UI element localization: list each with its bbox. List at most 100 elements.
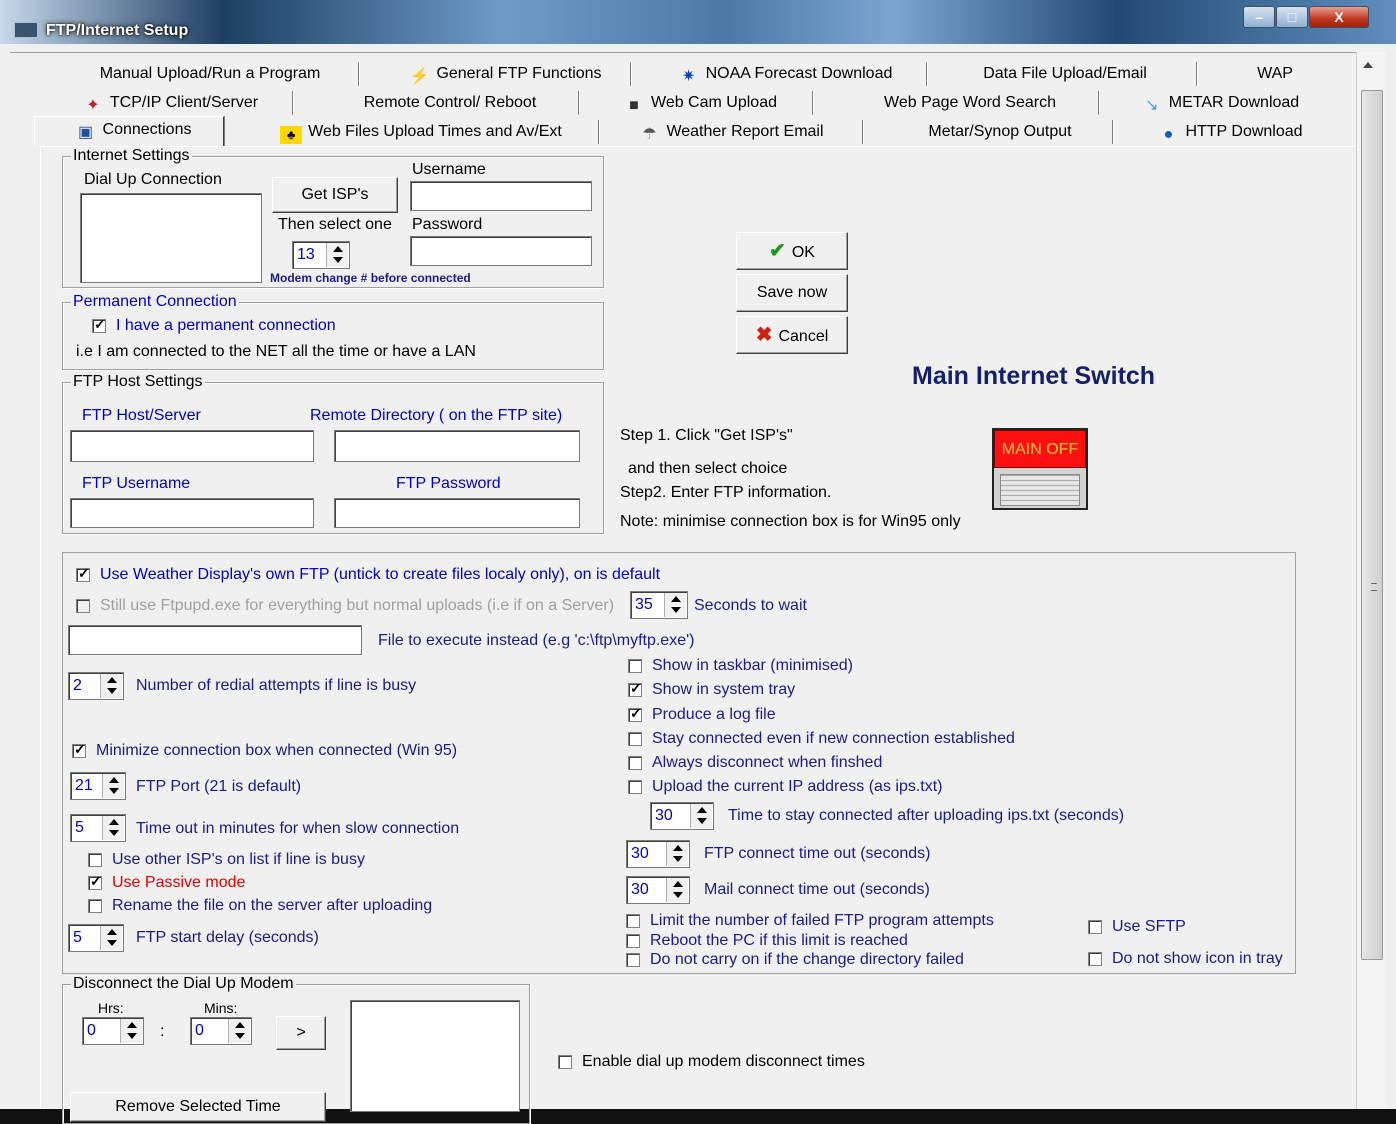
spin-arrows[interactable] [326, 243, 348, 267]
hrs-spinner[interactable]: 0 [82, 1017, 144, 1045]
ftp-host-input[interactable] [70, 430, 314, 462]
use-sftp-checkbox[interactable] [1088, 920, 1102, 934]
tab-general-ftp[interactable]: ⚡ General FTP Functions [380, 60, 630, 88]
connections-icon: ▣ [77, 124, 94, 141]
tab-tcpip[interactable]: ✦ TCP/IP Client/Server [60, 89, 280, 117]
get-isps-button[interactable]: Get ISP's [272, 177, 398, 213]
title-bar[interactable]: FTP/Internet Setup – □ X [0, 0, 1396, 44]
spin-arrows[interactable] [102, 816, 124, 840]
main-internet-switch[interactable]: MAIN OFF [992, 428, 1088, 510]
tab-metar-synop[interactable]: Metar/Synop Output [880, 118, 1120, 146]
tab-wap[interactable]: WAP [1210, 60, 1340, 88]
start-delay-spinner[interactable]: 5 [68, 924, 124, 952]
seconds-wait-spinner[interactable]: 35 [630, 591, 688, 619]
main-switch-title: Main Internet Switch [912, 362, 1156, 390]
minimize-button[interactable]: – [1243, 6, 1275, 28]
switch-grille [1000, 474, 1080, 506]
tab-http-download[interactable]: ● HTTP Download [1140, 118, 1320, 146]
scroll-up-arrow[interactable] [1363, 62, 1373, 68]
spin-arrows[interactable] [102, 774, 124, 798]
maximize-button[interactable]: □ [1276, 6, 1308, 28]
spin-arrows[interactable] [666, 842, 688, 866]
tab-web-page-search[interactable]: Web Page Word Search [830, 89, 1110, 117]
password-input[interactable] [410, 236, 592, 266]
ok-button[interactable]: ✔ OK [736, 232, 848, 270]
spin-arrows[interactable] [120, 1019, 142, 1043]
scroll-thumb[interactable] [1361, 90, 1383, 960]
enable-disconnect-label: Enable dial up modem disconnect times [582, 1053, 865, 1070]
group-title: FTP Host Settings [71, 373, 205, 391]
close-button[interactable]: X [1309, 6, 1369, 28]
ips-time-spinner[interactable]: 30 [650, 802, 714, 830]
cancel-button[interactable]: ✖ Cancel [736, 316, 848, 354]
limit-failed-checkbox[interactable] [626, 914, 640, 928]
spin-arrows[interactable] [664, 593, 686, 617]
permanent-connection-label: I have a permanent connection [116, 317, 336, 334]
modem-spinner[interactable]: 13 [292, 241, 350, 269]
passive-mode-checkbox[interactable] [88, 873, 102, 890]
ftpupd-checkbox[interactable] [76, 599, 90, 613]
tab-weather-email[interactable]: ☂ Weather Report Email [626, 118, 836, 146]
upload-ip-checkbox[interactable] [628, 780, 642, 794]
upload-times-icon: ♣ [280, 126, 303, 144]
show-taskbar-checkbox[interactable] [628, 659, 642, 673]
redial-value: 2 [73, 677, 82, 694]
limit-failed-label: Limit the number of failed FTP program a… [650, 912, 994, 929]
tab-manual-upload[interactable]: Manual Upload/Run a Program [50, 60, 370, 88]
stay-connected-checkbox[interactable] [628, 732, 642, 746]
tab-separator [630, 62, 632, 86]
ftp-port-spinner[interactable]: 21 [70, 772, 126, 800]
own-ftp-checkbox[interactable] [76, 565, 90, 582]
rename-file-label: Rename the file on the server after uplo… [112, 897, 433, 914]
tab-metar-download[interactable]: ↘ METAR Download [1120, 89, 1320, 117]
tab-connections[interactable]: ▣ Connections [48, 116, 218, 144]
mins-spinner[interactable]: 0 [190, 1017, 252, 1045]
enable-disconnect-checkbox[interactable] [558, 1055, 572, 1069]
tab-separator [1112, 120, 1114, 144]
tab-remote-control[interactable]: Remote Control/ Reboot [310, 89, 590, 117]
rename-file-checkbox[interactable] [88, 899, 102, 913]
tab-data-file-upload[interactable]: Data File Upload/Email [940, 60, 1190, 88]
ftp-connect-timeout-spinner[interactable]: 30 [626, 840, 690, 868]
spin-arrows[interactable] [666, 878, 688, 902]
vertical-scrollbar[interactable] [1356, 52, 1386, 1109]
always-disconnect-checkbox[interactable] [628, 756, 642, 770]
remote-dir-input[interactable] [334, 430, 580, 462]
seconds-wait-value: 35 [635, 596, 653, 613]
tab-separator [862, 120, 864, 144]
save-now-button[interactable]: Save now [736, 274, 848, 312]
reboot-pc-checkbox[interactable] [626, 934, 640, 948]
no-tray-icon-checkbox[interactable] [1088, 952, 1102, 966]
username-input[interactable] [410, 181, 592, 211]
mail-connect-timeout-spinner[interactable]: 30 [626, 876, 690, 904]
tab-separator [598, 120, 600, 144]
ftpupd-label: Still use Ftpupd.exe for everything but … [100, 597, 615, 614]
other-isps-checkbox[interactable] [88, 853, 102, 867]
add-time-button[interactable]: > [276, 1016, 326, 1050]
spin-arrows[interactable] [228, 1019, 250, 1043]
dialup-listbox[interactable] [80, 193, 262, 283]
permanent-note: i.e I am connected to the NET all the ti… [76, 343, 476, 360]
show-tray-checkbox[interactable] [628, 680, 642, 697]
spin-arrows[interactable] [690, 804, 712, 828]
ftp-username-input[interactable] [70, 498, 314, 528]
log-file-checkbox[interactable] [628, 705, 642, 722]
remove-time-button[interactable]: Remove Selected Time [70, 1092, 326, 1122]
no-carry-on-checkbox[interactable] [626, 953, 640, 967]
tab-web-files-upload[interactable]: ♣ Web Files Upload Times and Av/Ext [256, 118, 586, 146]
group-title: Internet Settings [71, 147, 192, 165]
timeout-spinner[interactable]: 5 [70, 814, 126, 842]
ftp-username-label: FTP Username [82, 475, 191, 492]
permanent-connection-checkbox[interactable] [92, 316, 106, 333]
spin-arrows[interactable] [100, 674, 122, 698]
redial-spinner[interactable]: 2 [68, 672, 124, 700]
ftp-connect-timeout-value: 30 [631, 845, 649, 862]
file-execute-input[interactable] [68, 625, 362, 655]
tab-web-cam[interactable]: ■ Web Cam Upload [600, 89, 800, 117]
spin-arrows[interactable] [100, 926, 122, 950]
minimize-box-checkbox[interactable] [72, 741, 86, 758]
ftp-password-input[interactable] [334, 498, 580, 528]
tab-noaa-forecast[interactable]: ✷ NOAA Forecast Download [650, 60, 920, 88]
password-label: Password [412, 216, 483, 233]
disconnect-times-listbox[interactable] [350, 1000, 520, 1112]
